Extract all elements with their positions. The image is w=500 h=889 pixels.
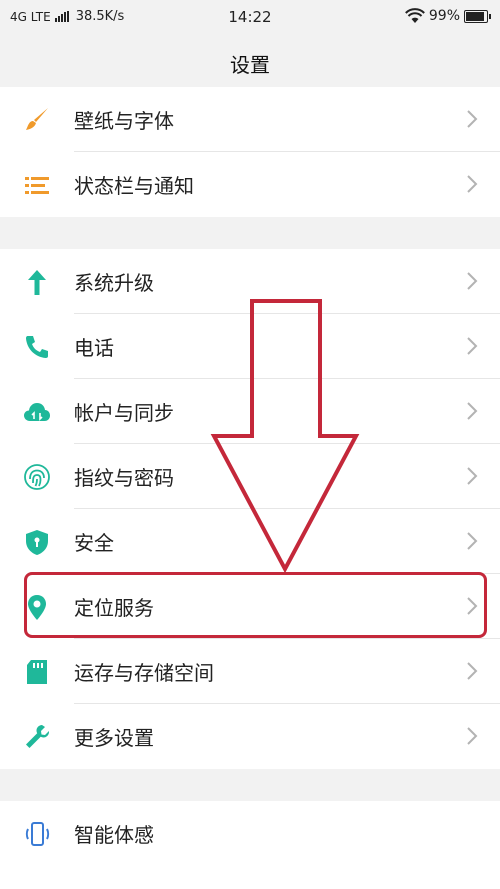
- status-right: 99%: [404, 8, 491, 24]
- chevron-right-icon: [467, 727, 478, 745]
- sd-card-icon: [22, 657, 52, 687]
- settings-item-label: 指纹与密码: [74, 466, 174, 490]
- settings-item-label: 壁纸与字体: [74, 109, 174, 133]
- chevron-right-icon: [467, 662, 478, 680]
- battery-icon: [464, 9, 491, 23]
- settings-item-memory-storage[interactable]: 运存与存储空间: [0, 639, 500, 704]
- chevron-right-icon: [467, 532, 478, 550]
- settings-item-statusbar-notifications[interactable]: 状态栏与通知: [0, 152, 500, 217]
- settings-item-label: 运存与存储空间: [74, 661, 214, 685]
- settings-item-label: 状态栏与通知: [74, 174, 194, 198]
- status-bar: 4G LTE 38.5K/s 14:22 99%: [0, 0, 500, 34]
- brush-icon: [22, 105, 52, 135]
- settings-item-smart-motion[interactable]: 智能体感: [0, 801, 500, 866]
- settings-group-display: 壁纸与字体 状态栏与通知: [0, 87, 500, 217]
- settings-group-smart: 智能体感: [0, 801, 500, 889]
- wifi-icon: [404, 8, 425, 23]
- settings-item-label: 电话: [74, 336, 114, 360]
- arrow-up-icon: [22, 267, 52, 297]
- chevron-right-icon: [467, 272, 478, 290]
- chevron-right-icon: [467, 467, 478, 485]
- chevron-right-icon: [467, 402, 478, 420]
- chevron-right-icon: [467, 175, 478, 193]
- cloud-sync-icon: [22, 397, 52, 427]
- settings-item-label: 帐户与同步: [74, 401, 174, 425]
- shield-icon: [22, 527, 52, 557]
- wrench-icon: [22, 722, 52, 752]
- phone-motion-icon: [22, 819, 52, 849]
- settings-item-label: 智能体感: [74, 823, 154, 847]
- highlight-box: [24, 572, 487, 638]
- fingerprint-icon: [22, 462, 52, 492]
- phone-icon: [22, 332, 52, 362]
- settings-item-label: 系统升级: [74, 271, 154, 295]
- settings-item-more-settings[interactable]: 更多设置: [0, 704, 500, 769]
- annotation-arrow-down: [210, 299, 360, 574]
- chevron-right-icon: [467, 337, 478, 355]
- settings-item-wallpaper-font[interactable]: 壁纸与字体: [0, 87, 500, 152]
- settings-item-label: 安全: [74, 531, 114, 555]
- settings-item-label: 更多设置: [74, 726, 154, 750]
- status-bar-icon: [22, 170, 52, 200]
- battery-percent: 99%: [428, 8, 460, 24]
- chevron-right-icon: [467, 110, 478, 128]
